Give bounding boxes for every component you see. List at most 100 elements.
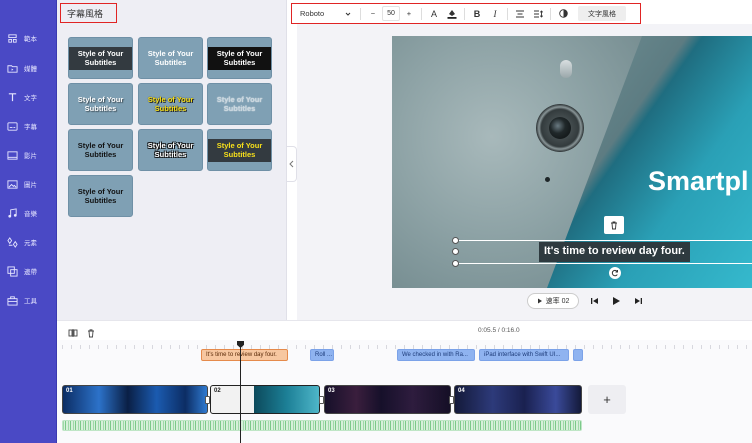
panel-collapse-handle[interactable] xyxy=(287,146,297,182)
align-center-button[interactable] xyxy=(511,5,529,22)
caption-clip[interactable]: iPad interface with Swift UI... xyxy=(479,349,569,361)
sidebar-item-text[interactable]: 文字 xyxy=(0,84,57,110)
sidebar-item-music[interactable]: 音樂 xyxy=(0,200,57,226)
sidebar-item-subtitle[interactable]: 字幕 xyxy=(0,113,57,139)
mic-dot xyxy=(545,177,550,182)
chevron-left-icon xyxy=(289,160,294,168)
play-button[interactable] xyxy=(610,295,622,307)
sidebar-item-image[interactable]: 圖片 xyxy=(0,171,57,197)
sidebar-item-label: 字幕 xyxy=(24,124,37,131)
plus-icon: + xyxy=(603,392,611,407)
toolbar-divider xyxy=(550,7,551,20)
play-small-icon xyxy=(537,298,542,304)
sidebar-item-tools[interactable]: 工具 xyxy=(0,287,57,313)
overlay-icon xyxy=(7,265,18,277)
bold-icon: B xyxy=(473,8,481,19)
video-clip-2[interactable]: 02 xyxy=(210,385,320,414)
fill-color-icon xyxy=(447,10,457,19)
timeline-delete-button[interactable] xyxy=(86,325,96,338)
toolbar-divider xyxy=(421,7,422,20)
speed-label: 速率 02 xyxy=(545,298,570,305)
text-style-button[interactable]: 文字風格 xyxy=(578,6,626,21)
style-tile-dark-box[interactable]: Style of Your Subtitles xyxy=(68,37,133,79)
video-clip-4[interactable]: 04 xyxy=(454,385,582,414)
style-tile-faint[interactable]: Style of Your Subtitles xyxy=(207,83,272,125)
style-tile-black-text[interactable]: Style of Your Subtitles xyxy=(68,129,133,171)
font-size-value: 50 xyxy=(387,10,395,17)
caption-clip[interactable] xyxy=(573,349,583,361)
skip-back-icon xyxy=(590,298,598,304)
sidebar-item-video[interactable]: 影片 xyxy=(0,142,57,168)
sidebar-item-label: 元素 xyxy=(24,240,37,247)
sidebar-item-overlay[interactable]: 邊帶 xyxy=(0,258,57,284)
clip-number: 03 xyxy=(328,388,335,394)
text-style-label: 文字風格 xyxy=(588,10,616,18)
font-size-increase-button[interactable]: + xyxy=(400,5,418,22)
split-button[interactable] xyxy=(68,325,78,337)
font-family-select[interactable]: Roboto xyxy=(292,5,357,22)
trash-icon xyxy=(88,329,94,338)
caption-clip[interactable]: We checked in with Ra... xyxy=(397,349,475,361)
speed-button[interactable]: 速率 02 xyxy=(527,293,579,309)
style-sample-text: Style of Your Subtitles xyxy=(216,94,263,114)
add-clip-button[interactable]: + xyxy=(588,385,626,414)
italic-button[interactable]: I xyxy=(486,5,504,22)
sidebar-item-media[interactable]: 媒體 xyxy=(0,55,57,81)
sidebar-item-elements[interactable]: 元素 xyxy=(0,229,57,255)
sidebar-item-template[interactable]: 範本 xyxy=(0,25,57,51)
style-tile-white-outline[interactable]: Style of Your Subtitles xyxy=(138,129,203,171)
bold-button[interactable]: B xyxy=(468,5,486,22)
video-clip-1[interactable]: 01 xyxy=(62,385,208,414)
rotate-handle[interactable] xyxy=(609,267,621,279)
style-tile-black-text-2[interactable]: Style of Your Subtitles xyxy=(68,175,133,217)
caption-clip-active[interactable]: It's time to review day four. xyxy=(201,349,288,361)
video-icon xyxy=(7,150,18,160)
chevron-down-icon xyxy=(345,12,351,16)
preview-brand-text: Smartpl xyxy=(648,166,749,196)
panel-title: 字幕風格 xyxy=(60,3,117,23)
template-icon xyxy=(8,33,17,43)
subtitle-text[interactable]: It's time to review day four. xyxy=(539,242,690,262)
style-tile-black-box[interactable]: Style of Your Subtitles xyxy=(207,37,272,79)
style-sample-text: Style of Your Subtitles xyxy=(147,94,194,114)
line-spacing-icon xyxy=(534,9,543,18)
text-toolbar: Roboto − 50 + A B I 文字風格 xyxy=(291,3,641,24)
toolbar-divider xyxy=(464,7,465,20)
text-color-icon: A xyxy=(430,8,437,19)
resize-handle-bottom-left[interactable] xyxy=(452,260,459,267)
highlight-color-button[interactable] xyxy=(443,5,461,22)
sidebar-item-label: 圖片 xyxy=(24,182,37,189)
trash-icon xyxy=(611,221,617,229)
font-size-decrease-button[interactable]: − xyxy=(364,5,382,22)
rotate-icon xyxy=(611,269,618,277)
skip-forward-icon xyxy=(634,298,642,304)
resize-handle-top-left[interactable] xyxy=(452,237,459,244)
style-sample-text: Style of Your Subtitles xyxy=(77,94,124,114)
skip-forward-button[interactable] xyxy=(632,295,644,307)
style-tile-yellow-outline[interactable]: Style of Your Subtitles xyxy=(138,83,203,125)
style-sample-text: Style of Your Subtitles xyxy=(147,48,194,68)
text-color-button[interactable]: A xyxy=(425,5,443,22)
audio-track[interactable] xyxy=(62,420,582,431)
style-sample-text: Style of Your Subtitles xyxy=(208,138,271,162)
play-icon xyxy=(613,297,620,305)
video-clip-3[interactable]: 03 xyxy=(324,385,451,414)
skip-back-button[interactable] xyxy=(588,295,600,307)
split-icon xyxy=(68,329,78,337)
style-tile-plain[interactable]: Style of Your Subtitles xyxy=(138,37,203,79)
video-preview[interactable]: Smartpl It's time to review day four. xyxy=(392,36,752,288)
opacity-button[interactable] xyxy=(554,5,572,22)
subtitle-icon xyxy=(7,121,18,131)
delete-subtitle-button[interactable] xyxy=(604,216,624,234)
sidebar-item-label: 工具 xyxy=(24,298,37,305)
caption-clip[interactable]: Roll ... xyxy=(310,349,334,361)
style-tile-yellow-on-dark[interactable]: Style of Your Subtitles xyxy=(207,129,272,171)
playhead-line xyxy=(240,343,241,443)
sidebar-item-label: 文字 xyxy=(24,95,37,102)
opacity-icon xyxy=(558,9,568,18)
resize-handle-left[interactable] xyxy=(452,248,459,255)
style-tile-shadow[interactable]: Style of Your Subtitles xyxy=(68,83,133,125)
font-size-input[interactable]: 50 xyxy=(382,6,400,21)
media-icon xyxy=(7,64,18,73)
line-spacing-button[interactable] xyxy=(529,5,547,22)
